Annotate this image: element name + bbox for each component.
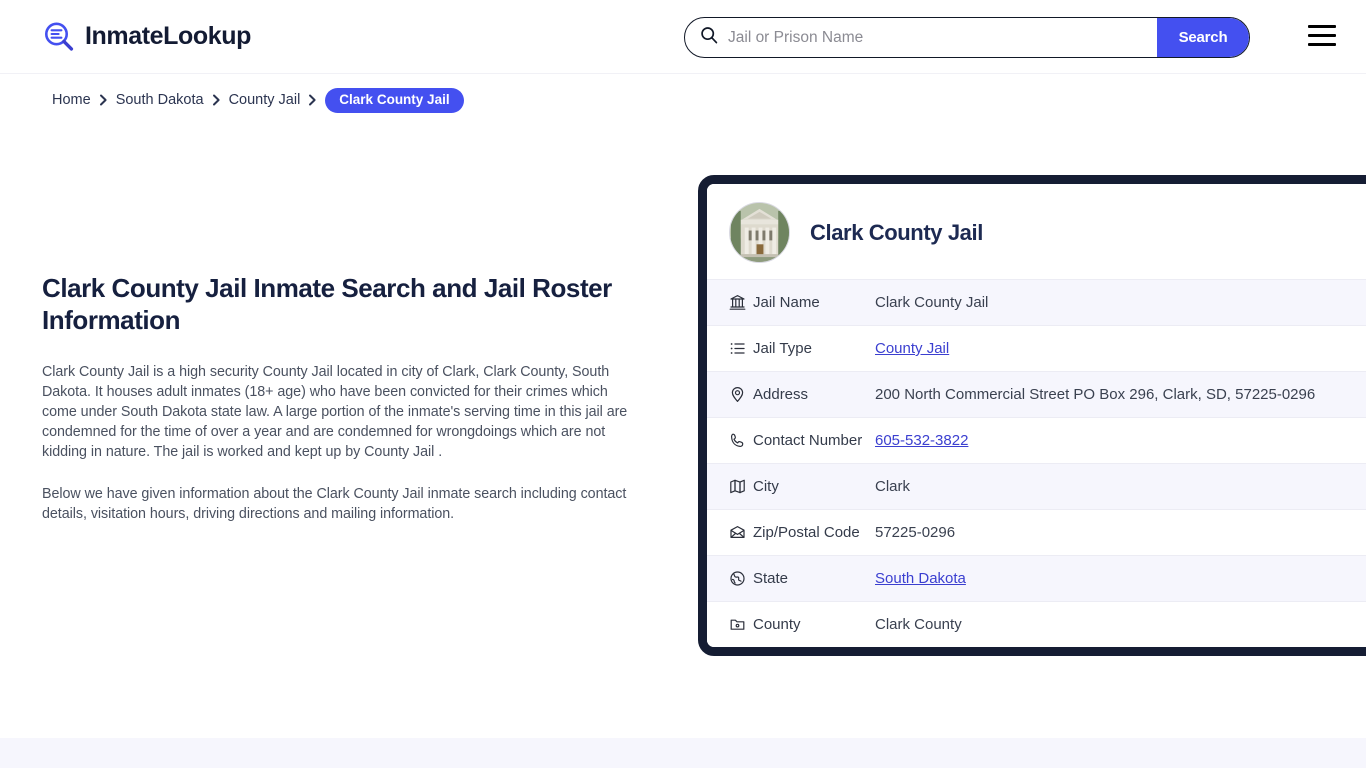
row-label: Address [753, 386, 809, 403]
table-row: Jail Type County Jail [707, 325, 1366, 372]
table-row: State South Dakota [707, 555, 1366, 602]
page-title: Clark County Jail Inmate Search and Jail… [42, 273, 612, 336]
state-link[interactable]: South Dakota [875, 570, 966, 587]
breadcrumb-item-county-jail[interactable]: County Jail [229, 92, 301, 108]
search-input[interactable] [718, 18, 1157, 57]
row-label: Contact Number [753, 432, 863, 449]
row-value: 200 North Commercial Street PO Box 296, … [875, 386, 1316, 403]
article-column: Clark County Jail Inmate Search and Jail… [42, 272, 642, 546]
row-label: State [753, 570, 789, 587]
table-row: Zip/Postal Code 57225-0296 [707, 509, 1366, 556]
location-icon [707, 372, 753, 418]
breadcrumb-item-south-dakota[interactable]: South Dakota [116, 92, 204, 108]
card-title: Clark County Jail [810, 219, 983, 245]
chevron-right-icon [212, 94, 221, 106]
footer-band [0, 738, 1366, 768]
search-bar[interactable]: Search [684, 17, 1250, 58]
chevron-right-icon [308, 94, 317, 106]
jail-info-card: Clark County Jail Jail Name Clark County… [698, 175, 1366, 656]
site-header: InmateLookup Search [0, 0, 1366, 74]
row-value: 57225-0296 [875, 524, 956, 541]
row-value: Clark [875, 478, 911, 495]
table-row: County Clark County [707, 601, 1366, 648]
table-row: Contact Number 605-532-3822 [707, 417, 1366, 464]
card-header: Clark County Jail [707, 184, 1366, 279]
table-row: Jail Name Clark County Jail [707, 279, 1366, 326]
row-value: South Dakota [875, 556, 1366, 602]
envelope-icon [707, 510, 753, 556]
brand-name: InmateLookup [85, 22, 252, 50]
clark-county-courthouse-photo [729, 202, 790, 263]
search-button[interactable]: Search [1157, 18, 1249, 57]
row-value: 605-532-3822 [875, 418, 1366, 464]
row-value: County Jail [875, 326, 1366, 372]
breadcrumb-item-home[interactable]: Home [52, 92, 91, 108]
flag-icon [707, 602, 753, 648]
row-label: Zip/Postal Code [753, 524, 860, 541]
row-label: County [753, 616, 801, 633]
phone-icon [707, 418, 753, 464]
breadcrumb-item-current: Clark County Jail [325, 88, 464, 113]
brand-logo[interactable]: InmateLookup [42, 20, 251, 54]
list-icon [707, 326, 753, 372]
magnifier-list-icon [42, 20, 76, 54]
bank-icon [707, 280, 753, 326]
breadcrumb: Home South Dakota County Jail Clark Coun… [52, 88, 1366, 113]
table-row: Address 200 North Commercial Street PO B… [707, 371, 1366, 418]
hamburger-line [1308, 33, 1336, 37]
map-icon [707, 464, 753, 510]
hamburger-line [1308, 42, 1336, 46]
intro-paragraph: Clark County Jail is a high security Cou… [42, 364, 628, 461]
row-label: Jail Name [753, 294, 820, 311]
chevron-right-icon [99, 94, 108, 106]
row-label: Jail Type [753, 340, 812, 357]
contact-number-link[interactable]: 605-532-3822 [875, 432, 968, 449]
search-icon [685, 26, 718, 49]
secondary-paragraph: Below we have given information about th… [42, 486, 627, 523]
jail-type-link[interactable]: County Jail [875, 340, 949, 357]
globe-icon [707, 556, 753, 602]
row-value: Clark County [875, 616, 962, 633]
row-label: City [753, 478, 779, 495]
hamburger-menu-icon[interactable] [1308, 23, 1336, 47]
row-value: Clark County Jail [875, 294, 989, 311]
hamburger-line [1308, 24, 1336, 28]
jail-details-table: Jail Name Clark County Jail Jail Type Co… [707, 279, 1366, 647]
table-row: City Clark [707, 463, 1366, 510]
